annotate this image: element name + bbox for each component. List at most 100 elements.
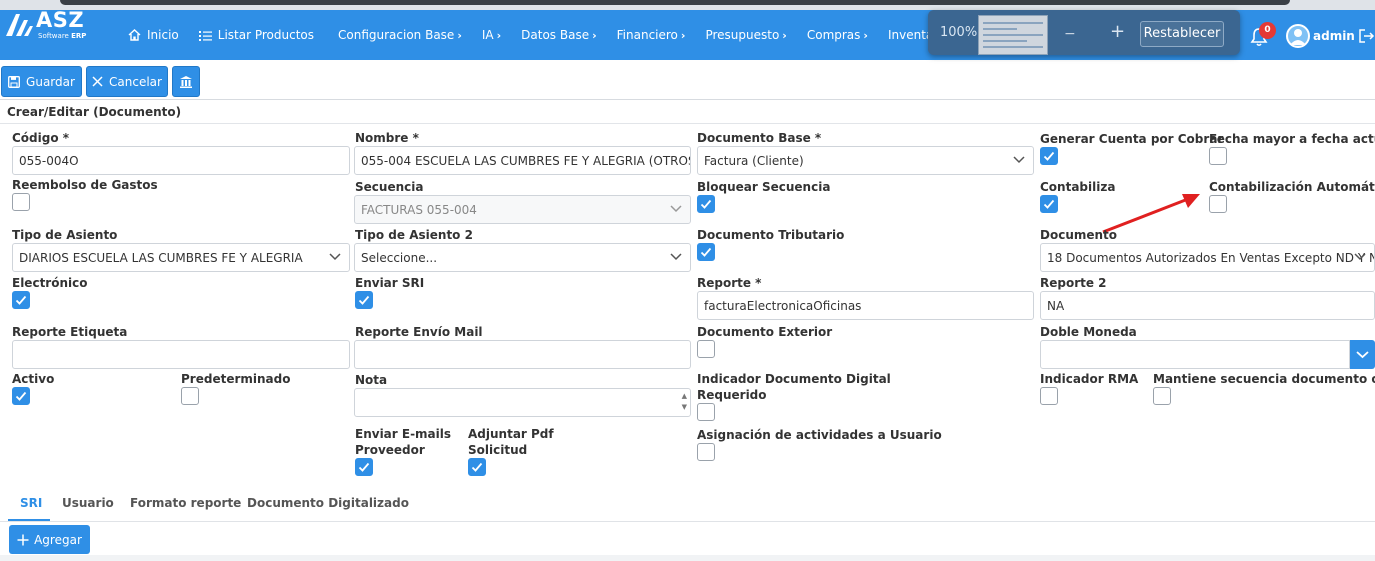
tipo-asiento-2-label: Tipo de Asiento 2 <box>355 228 473 242</box>
activo-checkbox[interactable] <box>12 387 30 405</box>
notification-badge: 0 <box>1259 22 1276 39</box>
asignacion-actividades-checkbox[interactable] <box>697 443 715 461</box>
nav-item-configuracion-base[interactable]: Configuracion Base › <box>338 28 462 42</box>
logo-text: ASZ <box>36 8 85 32</box>
mantiene-secuencia-label: Mantiene secuencia documento origen <box>1153 372 1375 386</box>
documento-select[interactable]: 18 Documentos Autorizados En Ventas Exce… <box>1040 243 1375 272</box>
tipo-asiento-2-select[interactable]: Seleccione... <box>354 243 691 272</box>
chevron-right-icon: › <box>680 28 686 42</box>
main-menu: Inicio Listar Productos Configuracion Ba… <box>128 10 976 60</box>
contabiliza-checkbox[interactable] <box>1040 195 1058 213</box>
generar-cxc-checkbox[interactable] <box>1040 147 1058 165</box>
reporte-envio-mail-label: Reporte Envío Mail <box>355 325 483 339</box>
nota-textarea[interactable]: ▲ ▼ <box>354 388 691 417</box>
zoom-thumbnail <box>978 15 1048 55</box>
doble-moneda-dropdown-button[interactable] <box>1350 340 1375 369</box>
cancel-button[interactable]: Cancelar <box>86 66 168 97</box>
fecha-mayor-checkbox[interactable] <box>1209 147 1227 165</box>
zoom-out-button[interactable]: − <box>1064 26 1076 42</box>
nav-item-inicio[interactable]: Inicio <box>128 28 179 42</box>
codigo-field[interactable]: 055-004O <box>12 146 350 175</box>
documento-base-select[interactable]: Factura (Cliente) <box>697 146 1034 175</box>
nombre-field[interactable]: 055-004 ESCUELA LAS CUMBRES FE Y ALEGRIA… <box>354 146 691 175</box>
bank-icon <box>180 75 192 88</box>
textarea-spinner-icon: ▲ ▼ <box>681 392 687 411</box>
enviar-sri-checkbox[interactable] <box>355 291 373 309</box>
reporte-2-label: Reporte 2 <box>1040 276 1107 290</box>
chevron-right-icon: › <box>592 28 597 42</box>
tab-formato-reporte[interactable]: Formato reporte <box>130 496 241 510</box>
close-icon <box>92 76 103 87</box>
bloquear-secuencia-label: Bloquear Secuencia <box>697 180 831 194</box>
reporte-envio-mail-field[interactable] <box>354 340 691 369</box>
reporte-etiqueta-label: Reporte Etiqueta <box>12 325 128 339</box>
nav-item-presupuesto[interactable]: Presupuesto › <box>705 28 786 42</box>
zoom-in-button[interactable]: + <box>1110 21 1125 42</box>
app-logo[interactable]: ASZ Software ERP <box>4 8 114 42</box>
page-title: Crear/Editar (Documento) <box>7 105 182 119</box>
logo-subtitle: Software ERP <box>38 32 87 40</box>
nav-item-label: Compras <box>806 28 861 42</box>
generar-cxc-label: Generar Cuenta por Cobrar <box>1040 132 1224 146</box>
divider <box>0 99 1375 100</box>
nav-item-compras[interactable]: Compras › <box>807 28 868 42</box>
nav-item-label: Inicio <box>147 28 179 42</box>
user-name[interactable]: admin <box>1313 29 1355 43</box>
save-button[interactable]: Guardar <box>1 66 82 97</box>
archive-button[interactable] <box>172 66 200 97</box>
chevron-down-icon <box>1354 253 1366 261</box>
checkmark-icon <box>15 295 27 305</box>
documento-label: Documento <box>1040 228 1118 242</box>
reporte-etiqueta-field[interactable] <box>12 340 350 369</box>
zoom-level: 100% <box>940 25 978 40</box>
nav-item-datos-base[interactable]: Datos Base › <box>521 28 596 42</box>
avatar[interactable] <box>1286 24 1310 48</box>
tab-documento-digitalizado[interactable]: Documento Digitalizado <box>247 496 409 510</box>
indicador-rma-label: Indicador RMA <box>1040 372 1139 386</box>
indicador-rma-checkbox[interactable] <box>1040 387 1058 405</box>
reporte-2-field[interactable]: NA <box>1040 291 1375 320</box>
table-header <box>0 555 1375 561</box>
predeterminado-checkbox[interactable] <box>181 387 199 405</box>
add-button-label: Agregar <box>34 532 82 547</box>
secuencia-label: Secuencia <box>355 180 424 194</box>
mantiene-secuencia-checkbox[interactable] <box>1153 387 1171 405</box>
checkmark-icon <box>15 391 27 401</box>
nota-label: Nota <box>355 373 388 387</box>
nav-item-label: Datos Base <box>521 28 590 42</box>
enviar-emails-checkbox[interactable] <box>355 458 373 476</box>
nav-item-label: Listar Productos <box>217 28 314 42</box>
documento-tributario-checkbox[interactable] <box>697 243 715 261</box>
nav-item-listar-productos[interactable]: Listar Productos <box>198 28 314 42</box>
electronico-checkbox[interactable] <box>12 291 30 309</box>
reporte-label: Reporte * <box>697 276 762 290</box>
tab-usuario[interactable]: Usuario <box>62 496 114 510</box>
home-icon <box>128 29 141 41</box>
cancel-button-label: Cancelar <box>109 74 162 89</box>
tab-sri[interactable]: SRI <box>20 496 42 510</box>
secuencia-select[interactable]: FACTURAS 055-004 <box>354 195 691 224</box>
chevron-right-icon: › <box>863 28 868 42</box>
reporte-field[interactable]: facturaElectronicaOficinas <box>697 291 1034 320</box>
reembolso-checkbox[interactable] <box>12 193 30 211</box>
chevron-down-icon <box>329 253 341 261</box>
contabilizacion-automatica-checkbox[interactable] <box>1209 195 1227 213</box>
browser-chrome <box>0 0 1375 10</box>
tipo-asiento-select[interactable]: DIARIOS ESCUELA LAS CUMBRES FE Y ALEGRIA <box>12 243 350 272</box>
chevron-down-icon <box>670 205 682 213</box>
indicador-digital-checkbox[interactable] <box>697 403 715 421</box>
add-button[interactable]: Agregar <box>9 525 90 554</box>
zoom-reset-button[interactable]: Restablecer <box>1140 21 1224 47</box>
adjuntar-pdf-checkbox[interactable] <box>468 458 486 476</box>
logout-icon[interactable] <box>1358 28 1375 44</box>
documento-base-label: Documento Base * <box>697 131 822 145</box>
chevron-right-icon: › <box>457 28 462 42</box>
doble-moneda-select[interactable] <box>1040 340 1350 369</box>
nav-item-ia[interactable]: IA › <box>482 28 501 42</box>
doble-moneda-label: Doble Moneda <box>1040 325 1137 339</box>
documento-exterior-checkbox[interactable] <box>697 340 715 358</box>
checkmark-icon <box>358 295 370 305</box>
bloquear-secuencia-checkbox[interactable] <box>697 195 715 213</box>
nav-item-financiero[interactable]: Financiero › <box>617 28 686 42</box>
contabilizacion-automatica-label: Contabilización Automática <box>1209 180 1375 194</box>
